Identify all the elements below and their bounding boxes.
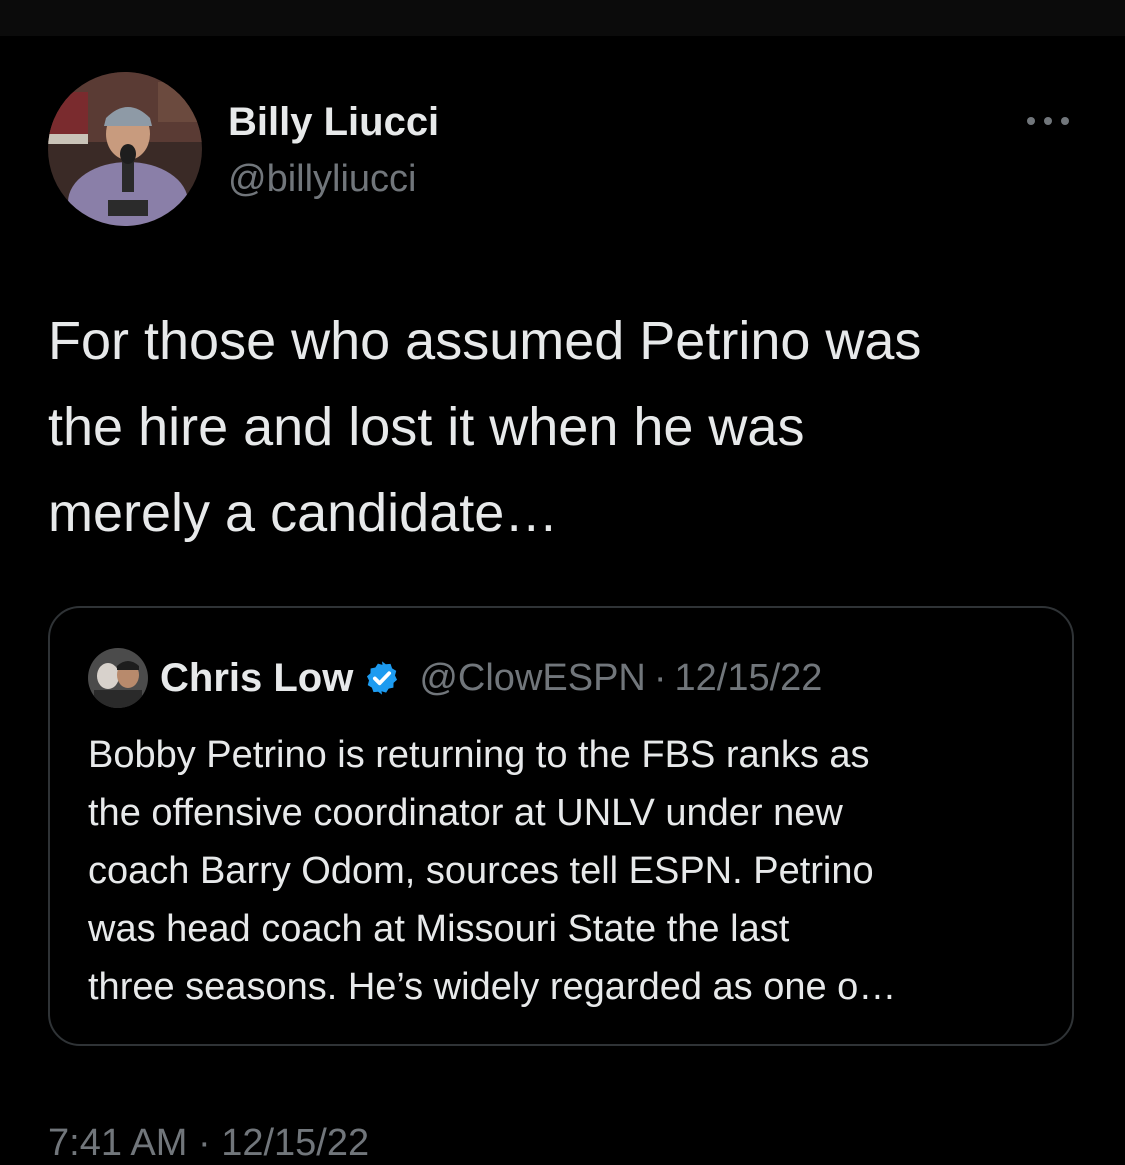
quoted-author-handle: @ClowESPN: [419, 656, 646, 699]
top-bar: [0, 0, 1125, 36]
tweet-text: For those who assumed Petrino was the hi…: [48, 311, 922, 543]
author-name[interactable]: Billy Liucci: [228, 100, 439, 145]
author-handle[interactable]: @billyliucci: [228, 158, 417, 201]
tweet-header: Billy Liucci @billyliucci: [48, 72, 1078, 226]
quoted-author-name: Chris Low: [160, 655, 354, 700]
quoted-tweet-card[interactable]: Chris Low @ClowESPN · 12/15/22 Bobby Pet…: [48, 606, 1074, 1046]
quoted-author-avatar: [88, 648, 148, 708]
quoted-tweet-date: 12/15/22: [674, 656, 823, 699]
more-horizontal-icon: [1027, 117, 1069, 125]
more-options-button[interactable]: [1018, 106, 1078, 136]
profile-photo-icon: [88, 648, 148, 708]
quoted-tweet-text: Bobby Petrino is returning to the FBS ra…: [88, 734, 897, 1008]
author-avatar[interactable]: [48, 72, 202, 226]
verified-badge-icon: [367, 661, 398, 695]
quoted-tweet-header: Chris Low @ClowESPN · 12/15/22: [88, 646, 822, 710]
profile-photo-icon: [48, 72, 202, 226]
tweet-timestamp[interactable]: 7:41 AM · 12/15/22: [48, 1122, 369, 1165]
separator-dot: ·: [653, 656, 667, 699]
